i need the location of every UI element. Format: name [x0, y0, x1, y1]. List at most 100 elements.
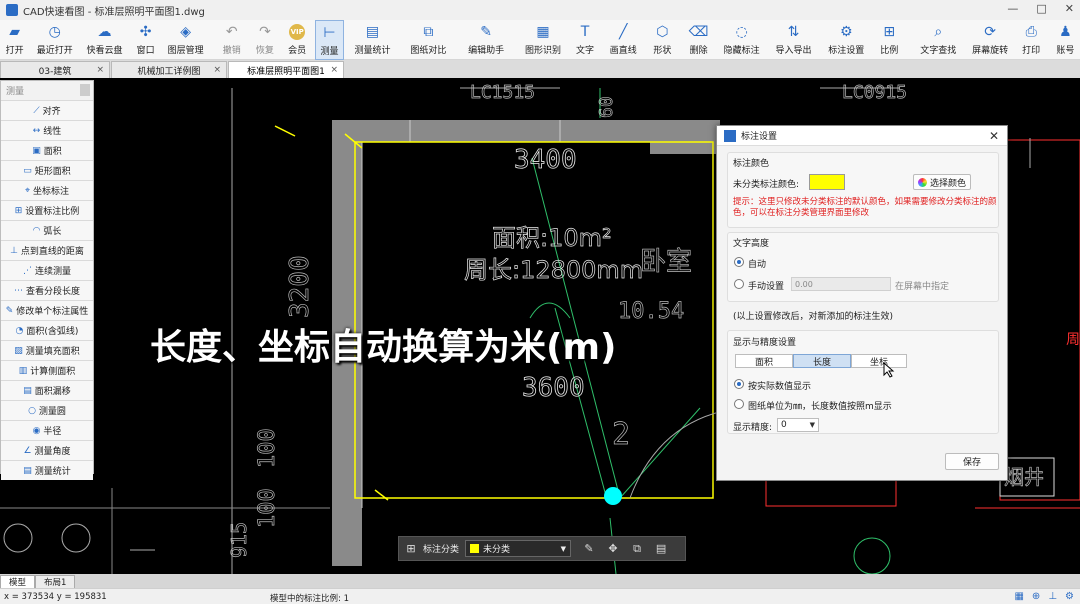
tab-close-icon[interactable]: × — [213, 65, 221, 75]
ribbon-import-export-button[interactable]: ⇅ 导入导出 — [771, 20, 816, 60]
print-icon: ⎙ — [1025, 24, 1037, 40]
measure-item-align[interactable]: ⟋ 对齐 — [1, 100, 93, 120]
ribbon-eraser-button[interactable]: ⌫ 删除 — [685, 20, 712, 60]
tab-close-icon[interactable]: × — [330, 65, 338, 75]
measure-item-set-scale[interactable]: ⊞ 设置标注比例 — [1, 200, 93, 220]
measure-item-arc[interactable]: ◠ 弧长 — [1, 220, 93, 240]
ribbon-label: 测量 — [320, 47, 339, 57]
manual-radio[interactable] — [734, 279, 744, 289]
manual-height-input[interactable]: 0.00 — [791, 277, 891, 291]
annotation-floating-toolbar: ⊞ 标注分类 未分类 ▼ ✎ ✥ ⧉ ▤ — [398, 536, 686, 561]
close-window-button[interactable]: ✕ — [1065, 2, 1074, 15]
ribbon-scale-button[interactable]: ⊞ 比例 — [875, 20, 904, 60]
save-button[interactable]: 保存 — [945, 453, 999, 470]
ribbon-vip-button[interactable]: VIP 会员 — [284, 20, 311, 60]
measure-item-stats[interactable]: ▤ 测量统计 — [1, 460, 93, 480]
measure-item-radius[interactable]: ◉ 半径 — [1, 420, 93, 440]
ribbon-rotate-screen-button[interactable]: ⟳ 屏幕旋转 — [969, 20, 1012, 60]
measure-item-modify-annotation[interactable]: ✎ 修改单个标注属性 — [1, 300, 93, 320]
measure-item-circle[interactable]: ○ 测量圆 — [1, 400, 93, 420]
ribbon-measure-button[interactable]: ⊢ 测量 — [314, 20, 345, 60]
measure-item-side-area[interactable]: ▥ 计算侧面积 — [1, 360, 93, 380]
precision-select[interactable]: 0 ▼ — [777, 418, 819, 432]
bottom-dimension: 3600 — [522, 373, 585, 403]
ribbon-shape-recognition-button[interactable]: ▦ 图形识别 — [523, 20, 564, 60]
measure-item-label: 矩形面积 — [34, 167, 71, 177]
ribbon-text-search-button[interactable]: ⌕ 文字查找 — [916, 20, 961, 60]
window-controls: — □ ✕ — [1007, 2, 1074, 15]
measure-item-label: 测量统计 — [34, 467, 71, 477]
ribbon-line-button[interactable]: ╱ 画直线 — [607, 20, 640, 60]
measure-item-linear[interactable]: ↔ 线性 — [1, 120, 93, 140]
ribbon-text-button[interactable]: T 文字 — [571, 20, 598, 60]
ribbon-shape-button[interactable]: ⬡ 形状 — [648, 20, 677, 60]
auto-radio[interactable] — [734, 257, 744, 267]
ribbon-clock-button[interactable]: ◷ 最近打开 — [33, 20, 76, 60]
measure-item-area[interactable]: ▣ 面积 — [1, 140, 93, 160]
label-lc1515: LC1515 — [470, 82, 535, 103]
area-icon: ▣ — [32, 145, 41, 156]
screen-specify-button[interactable]: 在屏幕中指定 — [895, 279, 949, 292]
tab-length[interactable]: 长度 — [793, 354, 851, 368]
pin-icon[interactable] — [80, 84, 90, 96]
ribbon-redo-button[interactable]: ↷ 恢复 — [250, 20, 279, 60]
tab-machining-detail[interactable]: 机械加工详例图 × — [111, 61, 227, 78]
tab-area[interactable]: 面积 — [735, 354, 793, 368]
paste-icon[interactable]: ▤ — [654, 542, 668, 556]
measure-item-label: 线性 — [43, 127, 62, 137]
measure-item-point-line[interactable]: ⊥ 点到直线的距离 — [1, 240, 93, 260]
ribbon-print-button[interactable]: ⎙ 打印 — [1018, 20, 1045, 60]
text-search-icon: ⌕ — [934, 24, 943, 40]
tab-lighting-plan[interactable]: 标准层照明平面图1 × — [228, 61, 344, 78]
grid-icon[interactable]: ▦ — [1014, 591, 1023, 602]
actual-value-radio[interactable] — [734, 379, 744, 389]
maximize-button[interactable]: □ — [1036, 2, 1046, 15]
tab-03-building[interactable]: 03-建筑 × — [0, 61, 110, 78]
measure-item-arc-area[interactable]: ◔ 面积(含弧线) — [1, 320, 93, 340]
tab-coordinate[interactable]: 坐标 — [851, 354, 907, 368]
measure-item-label: 面积 — [43, 147, 62, 157]
ribbon-label: 编辑助手 — [468, 46, 505, 56]
ribbon-measure-stats-button[interactable]: ▤ 测量统计 — [352, 20, 393, 60]
ribbon-cloud-button[interactable]: ☁ 快看云盘 — [82, 20, 127, 60]
measure-item-angle[interactable]: ∠ 测量角度 — [1, 440, 93, 460]
ribbon-annotation-settings-button[interactable]: ⚙ 标注设置 — [824, 20, 869, 60]
tab-model[interactable]: 模型 — [0, 575, 36, 588]
snap-icon[interactable]: ⊕ — [1032, 591, 1040, 602]
ribbon-hide-annotation-button[interactable]: ◌ 隐藏标注 — [720, 20, 763, 60]
measure-item-rect-area[interactable]: ▭ 矩形面积 — [1, 160, 93, 180]
measure-item-fill-area[interactable]: ▨ 测量填充面积 — [1, 340, 93, 360]
settings-icon[interactable]: ⚙ — [1065, 591, 1074, 602]
category-select[interactable]: 未分类 ▼ — [465, 540, 572, 557]
choose-color-button[interactable]: 选择颜色 — [913, 174, 971, 190]
ribbon-edit-assistant-button[interactable]: ✎ 编辑助手 — [462, 20, 511, 60]
tab-layout1[interactable]: 布局1 — [35, 575, 76, 588]
copy-icon[interactable]: ⧉ — [630, 542, 644, 556]
edit-annotation-icon[interactable]: ✎ — [582, 542, 596, 556]
annotation-settings-icon: ⚙ — [840, 24, 853, 40]
move-icon[interactable]: ✥ — [606, 542, 620, 556]
ribbon-undo-button[interactable]: ↶ 撤销 — [217, 20, 246, 60]
measure-item-area-offset[interactable]: ▤ 面积漏移 — [1, 380, 93, 400]
ribbon-compare-button[interactable]: ⧉ 图纸对比 — [407, 20, 450, 60]
dialog-close-button[interactable]: ✕ — [989, 129, 999, 143]
unit-convert-radio[interactable] — [734, 399, 744, 409]
light-fixture-marker[interactable] — [604, 487, 622, 505]
measure-item-coordinate[interactable]: ⌖ 坐标标注 — [1, 180, 93, 200]
minimize-button[interactable]: — — [1007, 2, 1018, 15]
ribbon-toolbar: ▰ 打开 ◷ 最近打开 ☁ 快看云盘 ✣ 窗口 ◈ 图层管理 ↶ 撤销 ↷ 恢复 VIP 会员 ⊢ 测量 ▤ 测量统计… — [0, 20, 1080, 60]
measure-item-segment[interactable]: ⋯ 查看分段长度 — [1, 280, 93, 300]
window-icon: ✣ — [139, 24, 152, 40]
ribbon-window-button[interactable]: ✣ 窗口 — [133, 20, 158, 60]
ribbon-user-button[interactable]: ♟ 账号 — [1051, 20, 1080, 60]
color-swatch[interactable] — [809, 174, 845, 190]
ribbon-label: 恢复 — [255, 46, 274, 56]
ortho-icon[interactable]: ⊥ — [1048, 591, 1057, 602]
measure-item-continuous[interactable]: ⋰ 连续测量 — [1, 260, 93, 280]
ribbon-folder-button[interactable]: ▰ 打开 — [2, 20, 27, 60]
ribbon-layers-button[interactable]: ◈ 图层管理 — [164, 20, 207, 60]
tab-close-icon[interactable]: × — [96, 65, 104, 75]
grid-menu-icon[interactable]: ⊞ — [404, 542, 418, 556]
rect-area-icon: ▭ — [23, 165, 32, 176]
measure-item-label: 面积(含弧线) — [26, 327, 79, 337]
